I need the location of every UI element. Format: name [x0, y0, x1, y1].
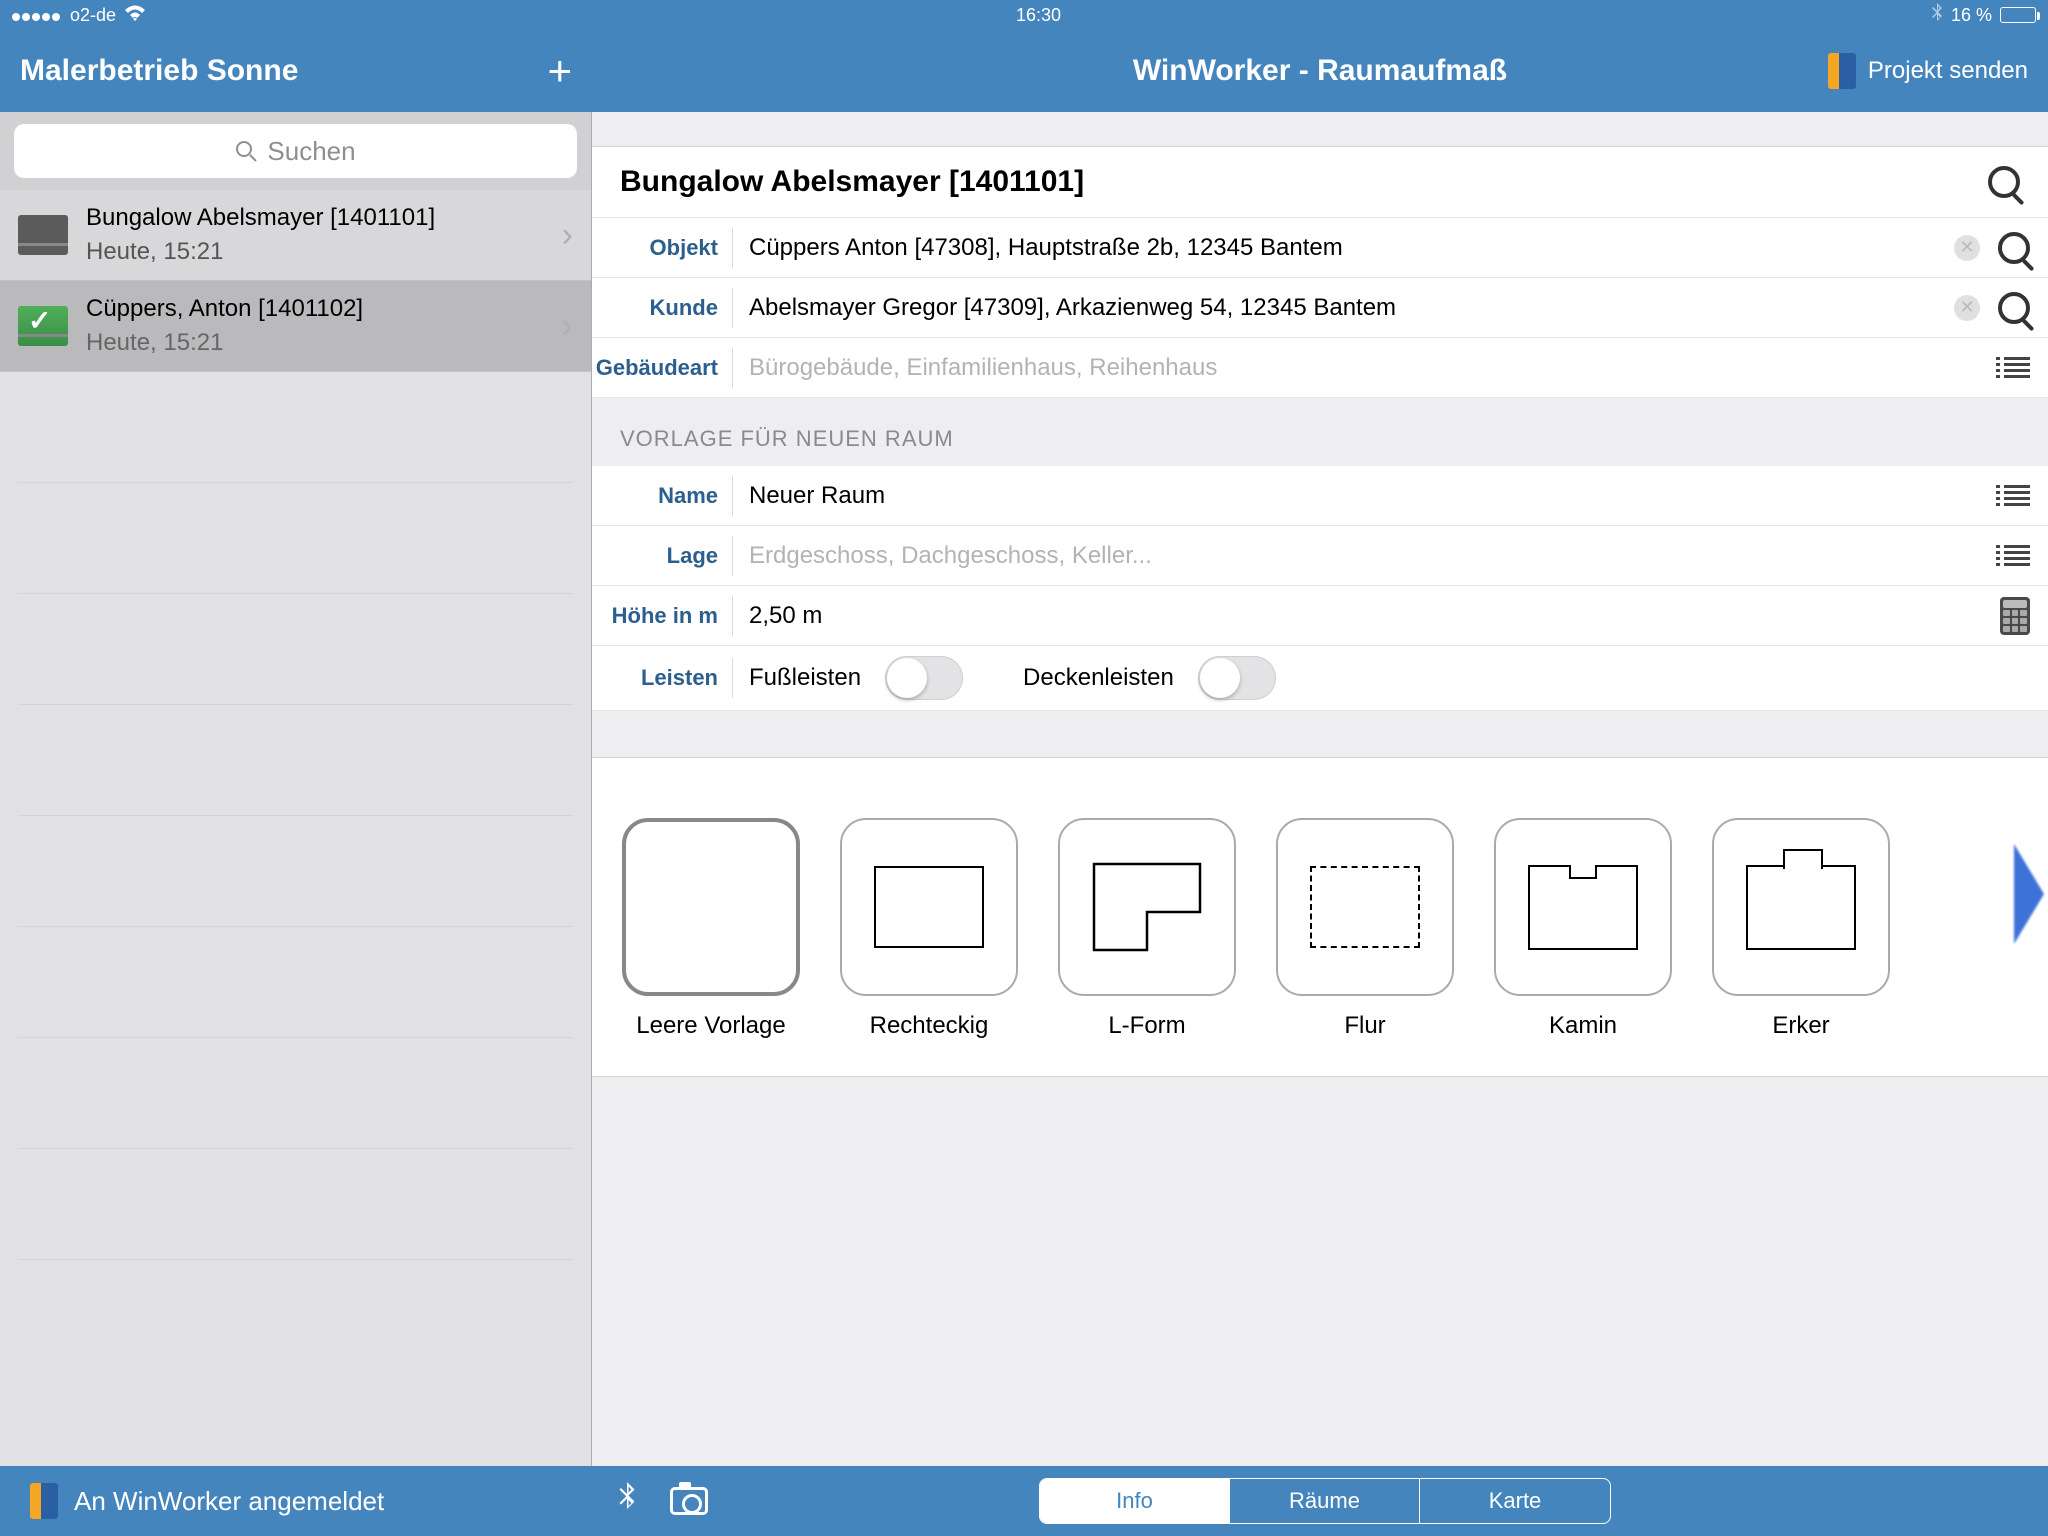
clear-objekt-button[interactable]: ✕: [1954, 235, 1980, 261]
project-title: Bungalow Abelsmayer [1401101]: [620, 165, 1084, 199]
scroll-right-indicator: [2014, 844, 2044, 944]
label-objekt: Objekt: [592, 235, 732, 261]
send-project-button[interactable]: Projekt senden: [1828, 53, 2028, 89]
wifi-icon: [124, 5, 146, 26]
template-kamin[interactable]: Kamin: [1494, 818, 1672, 1040]
sidebar: Suchen Bungalow Abelsmayer [1401101] Heu…: [0, 112, 592, 1466]
label-leisten: Leisten: [592, 665, 732, 691]
value-name: Neuer Raum: [733, 482, 2004, 510]
project-title-row: Bungalow Abelsmayer [1401101]: [592, 146, 2048, 218]
chevron-right-icon: ›: [562, 307, 573, 346]
login-status: An WinWorker angemeldet: [0, 1466, 592, 1536]
bluetooth-icon: [1931, 3, 1943, 28]
item-subtitle: Heute, 15:21: [86, 238, 544, 266]
navigation-bar: Malerbetrieb Sonne + WinWorker - Raumauf…: [0, 30, 2048, 112]
row-name[interactable]: Name Neuer Raum: [592, 466, 2048, 526]
label-lage: Lage: [592, 543, 732, 569]
row-lage[interactable]: Lage Erdgeschoss, Dachgeschoss, Keller..…: [592, 526, 2048, 586]
placeholder-gebaeudeart: Bürogebäude, Einfamilienhaus, Reihenhaus: [733, 354, 2004, 382]
template-rect[interactable]: Rechteckig: [840, 818, 1018, 1040]
clear-kunde-button[interactable]: ✕: [1954, 295, 1980, 321]
battery-percent: 16 %: [1951, 5, 1992, 26]
page-title: WinWorker - Raumaufmaß: [1133, 54, 1507, 88]
value-objekt: Cüppers Anton [47308], Hauptstraße 2b, 1…: [733, 234, 1954, 262]
carrier-label: o2-de: [70, 5, 116, 26]
template-lform[interactable]: L-Form: [1058, 818, 1236, 1040]
search-placeholder: Suchen: [267, 136, 355, 167]
signal-dots-icon: [12, 5, 62, 26]
label-kunde: Kunde: [592, 295, 732, 321]
label-gebaeudeart: Gebäudeart: [592, 355, 732, 381]
template-empty[interactable]: Leere Vorlage: [622, 818, 800, 1040]
row-objekt[interactable]: Objekt Cüppers Anton [47308], Hauptstraß…: [592, 218, 2048, 278]
section-header-vorlage: VORLAGE FÜR NEUEN RAUM: [592, 398, 2048, 466]
placeholder-lage: Erdgeschoss, Dachgeschoss, Keller...: [733, 542, 2004, 570]
clock: 16:30: [1016, 5, 1061, 26]
sidebar-empty: [0, 372, 591, 1466]
add-button[interactable]: +: [547, 47, 572, 95]
item-title: Cüppers, Anton [1401102]: [86, 295, 544, 323]
status-bar: o2-de 16:30 16 %: [0, 0, 2048, 30]
battery-icon: [2000, 7, 2036, 23]
search-icon[interactable]: [1988, 166, 2020, 198]
label-hoehe: Höhe in m: [592, 603, 732, 629]
list-icon[interactable]: [2004, 543, 2030, 568]
app-logo-icon: [30, 1483, 58, 1519]
search-objekt-icon[interactable]: [1998, 232, 2030, 264]
sidebar-item-project-1[interactable]: Bungalow Abelsmayer [1401101] Heute, 15:…: [0, 190, 591, 281]
search-kunde-icon[interactable]: [1998, 292, 2030, 324]
tab-karte[interactable]: Karte: [1420, 1479, 1610, 1523]
item-subtitle: Heute, 15:21: [86, 329, 544, 357]
deckenleisten-toggle[interactable]: [1198, 656, 1276, 700]
search-input[interactable]: Suchen: [14, 124, 577, 178]
value-hoehe: 2,50 m: [733, 602, 2000, 630]
chevron-right-icon: ›: [562, 216, 573, 255]
company-title: Malerbetrieb Sonne: [20, 54, 298, 88]
value-kunde: Abelsmayer Gregor [47309], Arkazienweg 5…: [733, 294, 1954, 322]
app-logo-icon: [1828, 53, 1856, 89]
detail-pane: Bungalow Abelsmayer [1401101] Objekt Cüp…: [592, 112, 2048, 1466]
label-name: Name: [592, 483, 732, 509]
footer: An WinWorker angemeldet Info Räume Karte: [0, 1466, 2048, 1536]
template-erker[interactable]: Erker: [1712, 818, 1890, 1040]
send-label: Projekt senden: [1868, 57, 2028, 85]
row-hoehe[interactable]: Höhe in m 2,50 m: [592, 586, 2048, 646]
calculator-icon[interactable]: [2000, 597, 2030, 635]
bluetooth-button[interactable]: [618, 1482, 636, 1520]
list-icon[interactable]: [2004, 355, 2030, 380]
item-title: Bungalow Abelsmayer [1401101]: [86, 204, 544, 232]
sidebar-item-project-2[interactable]: Cüppers, Anton [1401102] Heute, 15:21 ›: [0, 281, 591, 372]
tray-checked-icon: [18, 306, 68, 346]
fussleisten-toggle[interactable]: [885, 656, 963, 700]
room-templates: Leere Vorlage Rechteckig L-Form Flur: [592, 757, 2048, 1077]
tab-segment: Info Räume Karte: [1039, 1478, 1611, 1524]
list-icon[interactable]: [2004, 483, 2030, 508]
camera-button[interactable]: [670, 1487, 708, 1515]
deckenleisten-label: Deckenleisten: [1023, 664, 1174, 692]
template-flur[interactable]: Flur: [1276, 818, 1454, 1040]
row-kunde[interactable]: Kunde Abelsmayer Gregor [47309], Arkazie…: [592, 278, 2048, 338]
tab-raeume[interactable]: Räume: [1230, 1479, 1420, 1523]
row-leisten: Leisten Fußleisten Deckenleisten: [592, 646, 2048, 711]
fussleisten-label: Fußleisten: [749, 664, 861, 692]
row-gebaeudeart[interactable]: Gebäudeart Bürogebäude, Einfamilienhaus,…: [592, 338, 2048, 398]
tab-info[interactable]: Info: [1040, 1479, 1230, 1523]
tray-icon: [18, 215, 68, 255]
